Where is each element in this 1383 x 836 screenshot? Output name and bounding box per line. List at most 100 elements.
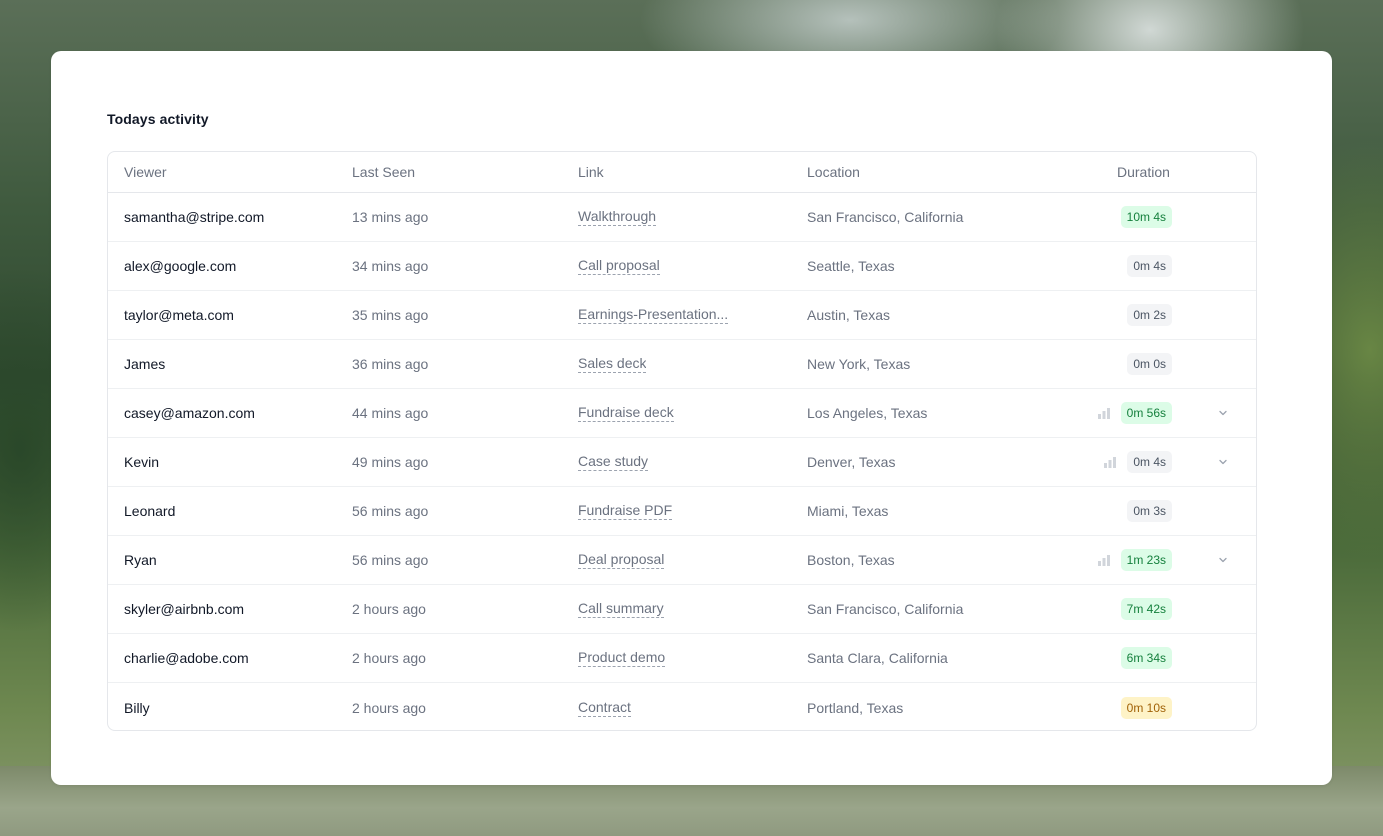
location: New York, Texas (807, 356, 911, 372)
table-row[interactable]: Ryan 56 mins ago Deal proposal Boston, Texa… (108, 536, 1256, 585)
duration-cell: 0m 10s (1120, 683, 1172, 730)
link-cell: Contract (578, 683, 631, 730)
table-row[interactable]: Kevin 49 mins ago Case study Denver, Texas 0… (108, 438, 1256, 487)
location: Los Angeles, Texas (807, 405, 928, 421)
viewer-name: charlie@adobe.com (124, 650, 249, 666)
bar-chart-icon[interactable] (1103, 438, 1117, 486)
link-cell: Deal proposal (578, 536, 665, 584)
duration-cell: 0m 0s (1127, 340, 1172, 388)
duration-badge: 7m 42s (1120, 598, 1172, 620)
location: Miami, Texas (807, 503, 889, 519)
document-link[interactable]: Call summary (578, 600, 664, 618)
viewer-name: skyler@airbnb.com (124, 601, 245, 617)
header-duration[interactable]: Duration (1117, 152, 1170, 192)
link-cell: Product demo (578, 634, 666, 682)
document-link[interactable]: Fundraise PDF (578, 502, 673, 520)
card-title: Todays activity (107, 111, 209, 127)
link-cell: Case study (578, 438, 649, 486)
table-row[interactable]: Billy 2 hours ago Contract Portland, Texas 0… (108, 683, 1256, 730)
viewer-name: Kevin (124, 454, 160, 470)
duration-cell: 0m 2s (1127, 291, 1172, 339)
header-link[interactable]: Link (578, 152, 604, 192)
document-link[interactable]: Call proposal (578, 257, 660, 275)
chevron-down-icon[interactable] (1217, 536, 1229, 584)
document-link[interactable]: Deal proposal (578, 551, 665, 569)
duration-cell: 0m 4s (1127, 242, 1172, 290)
link-cell: Earnings-Presentation... (578, 291, 729, 339)
location: Austin, Texas (807, 307, 891, 323)
table-row[interactable]: taylor@meta.com 35 mins ago Earnings-Prese… (108, 291, 1256, 340)
location: Seattle, Texas (807, 258, 895, 274)
location: Boston, Texas (807, 552, 895, 568)
last-seen: 13 mins ago (352, 209, 429, 225)
viewer-name: casey@amazon.com (124, 405, 255, 421)
link-cell: Call proposal (578, 242, 660, 290)
last-seen: 36 mins ago (352, 356, 429, 372)
duration-badge: 0m 4s (1127, 451, 1172, 473)
table-body: samantha@stripe.com 13 mins ago Walkthroug… (108, 193, 1256, 730)
location: Denver, Texas (807, 454, 896, 470)
duration-badge: 0m 4s (1127, 255, 1172, 277)
header-location[interactable]: Location (807, 152, 860, 192)
activity-card: Todays activity Viewer Last Seen Link Lo… (51, 51, 1332, 785)
header-viewer[interactable]: Viewer (124, 152, 167, 192)
last-seen: 49 mins ago (352, 454, 429, 470)
location: San Francisco, California (807, 601, 964, 617)
document-link[interactable]: Sales deck (578, 355, 647, 373)
duration-cell: 10m 4s (1120, 193, 1172, 241)
table-header: Viewer Last Seen Link Location Duration (108, 152, 1256, 193)
last-seen: 34 mins ago (352, 258, 429, 274)
viewer-name: Ryan (124, 552, 157, 568)
activity-table: Viewer Last Seen Link Location Duration … (107, 151, 1257, 731)
viewer-name: alex@google.com (124, 258, 237, 274)
location: San Francisco, California (807, 209, 964, 225)
bar-chart-icon[interactable] (1097, 536, 1111, 584)
duration-badge: 0m 10s (1120, 696, 1172, 719)
chevron-down-icon[interactable] (1217, 438, 1229, 486)
table-row[interactable]: Leonard 56 mins ago Fundraise PDF Miami, Te… (108, 487, 1256, 536)
table-row[interactable]: casey@amazon.com 44 mins ago Fundraise dec… (108, 389, 1256, 438)
last-seen: 2 hours ago (352, 650, 426, 666)
link-cell: Sales deck (578, 340, 647, 388)
bar-chart-icon[interactable] (1097, 389, 1111, 437)
last-seen: 35 mins ago (352, 307, 429, 323)
link-cell: Call summary (578, 585, 664, 633)
location: Santa Clara, California (807, 650, 948, 666)
duration-badge: 10m 4s (1120, 206, 1172, 228)
duration-badge: 6m 34s (1120, 647, 1172, 669)
document-link[interactable]: Product demo (578, 649, 666, 667)
duration-cell: 7m 42s (1120, 585, 1172, 633)
duration-badge: 1m 23s (1120, 549, 1172, 571)
table-row[interactable]: alex@google.com 34 mins ago Call proposal S… (108, 242, 1256, 291)
link-cell: Fundraise PDF (578, 487, 673, 535)
last-seen: 56 mins ago (352, 552, 429, 568)
table-row[interactable]: skyler@airbnb.com 2 hours ago Call summary… (108, 585, 1256, 634)
duration-cell: 0m 3s (1127, 487, 1172, 535)
duration-badge: 0m 3s (1127, 500, 1172, 522)
viewer-name: taylor@meta.com (124, 307, 234, 323)
viewer-name: James (124, 356, 166, 372)
duration-cell: 1m 23s (1120, 536, 1172, 584)
chevron-down-icon[interactable] (1217, 389, 1229, 437)
viewer-name: Leonard (124, 503, 176, 519)
last-seen: 56 mins ago (352, 503, 429, 519)
table-row[interactable]: charlie@adobe.com 2 hours ago Product demo… (108, 634, 1256, 683)
table-row[interactable]: samantha@stripe.com 13 mins ago Walkthroug… (108, 193, 1256, 242)
duration-cell: 0m 56s (1120, 389, 1172, 437)
document-link[interactable]: Walkthrough (578, 208, 657, 226)
document-link[interactable]: Case study (578, 453, 649, 471)
link-cell: Walkthrough (578, 193, 657, 241)
location: Portland, Texas (807, 699, 904, 716)
viewer-name: Billy (124, 699, 150, 716)
last-seen: 2 hours ago (352, 601, 426, 617)
document-link[interactable]: Earnings-Presentation... (578, 306, 729, 324)
document-link[interactable]: Fundraise deck (578, 404, 674, 422)
header-last-seen[interactable]: Last Seen (352, 152, 415, 192)
document-link[interactable]: Contract (578, 699, 631, 717)
last-seen: 44 mins ago (352, 405, 429, 421)
viewer-name: samantha@stripe.com (124, 209, 265, 225)
duration-badge: 0m 2s (1127, 304, 1172, 326)
table-row[interactable]: James 36 mins ago Sales deck New York, Texa… (108, 340, 1256, 389)
duration-badge: 0m 0s (1127, 353, 1172, 375)
last-seen: 2 hours ago (352, 699, 426, 716)
